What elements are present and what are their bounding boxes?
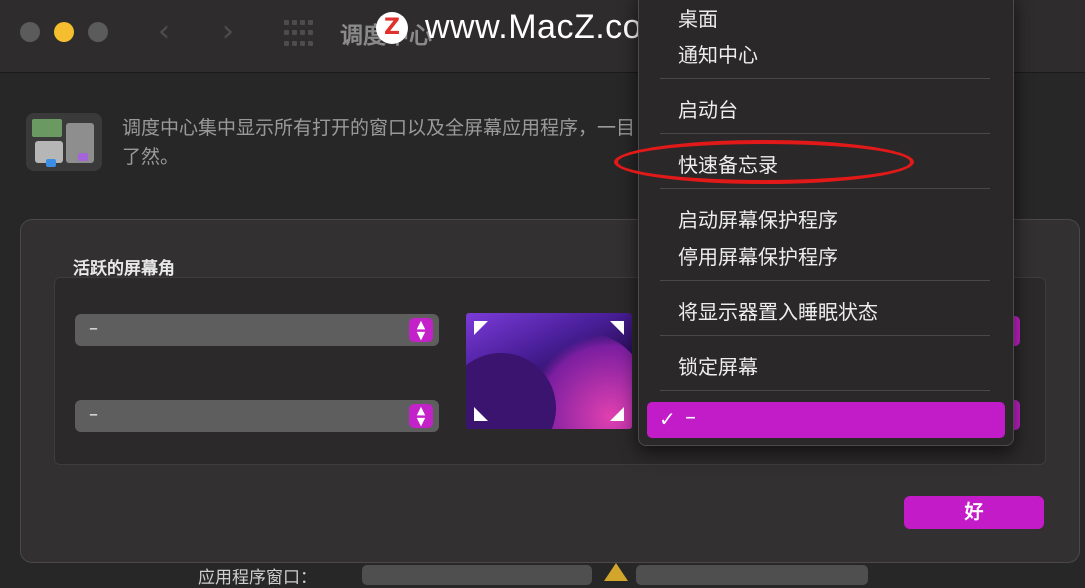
menu-separator bbox=[660, 78, 990, 79]
menu-item-notification-center[interactable]: 通知中心 bbox=[678, 39, 758, 68]
zoom-button[interactable] bbox=[88, 22, 108, 42]
app-windows-modifier-popup[interactable] bbox=[636, 565, 868, 585]
hot-corner-action-menu: 桌面 通知中心 启动台 快速备忘录 启动屏幕保护程序 停用屏幕保护程序 将显示器… bbox=[638, 0, 1014, 446]
app-windows-popup[interactable] bbox=[362, 565, 592, 585]
corner-marker-bottom-left bbox=[474, 407, 488, 421]
bottom-left-corner-popup[interactable]: – ▲ ▼ bbox=[75, 400, 439, 432]
menu-separator bbox=[660, 188, 990, 189]
section-label: 活跃的屏幕角 bbox=[73, 259, 175, 279]
menu-separator bbox=[660, 335, 990, 336]
stepper-icon: ▲ ▼ bbox=[409, 404, 433, 428]
mission-control-icon bbox=[26, 113, 102, 171]
menu-item-none-label: – bbox=[685, 405, 696, 430]
bottom-left-corner-value: – bbox=[89, 404, 98, 425]
close-button[interactable] bbox=[20, 22, 40, 42]
warning-icon bbox=[604, 563, 628, 581]
watermark-logo: Z bbox=[376, 12, 408, 44]
menu-item-disable-screen-saver[interactable]: 停用屏幕保护程序 bbox=[678, 241, 838, 270]
corner-marker-top-right bbox=[610, 321, 624, 335]
menu-item-desktop[interactable]: 桌面 bbox=[678, 3, 718, 32]
watermark-text: www.MacZ.com bbox=[425, 8, 671, 46]
intro-description: 调度中心集中显示所有打开的窗口以及全屏幕应用程序，一目了然。 bbox=[122, 117, 636, 168]
menu-separator bbox=[660, 280, 990, 281]
annotation-ellipse bbox=[614, 140, 914, 184]
ok-button[interactable]: 好 bbox=[904, 496, 1044, 529]
menu-separator bbox=[660, 390, 990, 391]
stepper-icon: ▲ ▼ bbox=[409, 318, 433, 342]
menu-item-start-screen-saver[interactable]: 启动屏幕保护程序 bbox=[678, 204, 838, 233]
checkmark-icon: ✓ bbox=[659, 407, 676, 431]
menu-item-none-selected[interactable]: ✓ – bbox=[647, 402, 1005, 438]
forward-arrow-icon[interactable]: › bbox=[222, 14, 234, 49]
menu-item-lock-screen[interactable]: 锁定屏幕 bbox=[678, 351, 758, 380]
desktop-preview bbox=[466, 313, 632, 429]
corner-marker-top-left bbox=[474, 321, 488, 335]
corner-marker-bottom-right bbox=[610, 407, 624, 421]
show-all-grid-icon[interactable] bbox=[284, 20, 314, 48]
top-left-corner-popup[interactable]: – ▲ ▼ bbox=[75, 314, 439, 346]
top-left-corner-value: – bbox=[89, 318, 98, 339]
menu-item-put-display-to-sleep[interactable]: 将显示器置入睡眠状态 bbox=[678, 296, 878, 325]
minimize-button[interactable] bbox=[54, 22, 74, 42]
menu-separator bbox=[660, 133, 990, 134]
menu-item-launchpad[interactable]: 启动台 bbox=[678, 94, 738, 123]
app-windows-label: 应用程序窗口： bbox=[198, 568, 317, 588]
back-arrow-icon[interactable]: ‹ bbox=[158, 14, 170, 49]
